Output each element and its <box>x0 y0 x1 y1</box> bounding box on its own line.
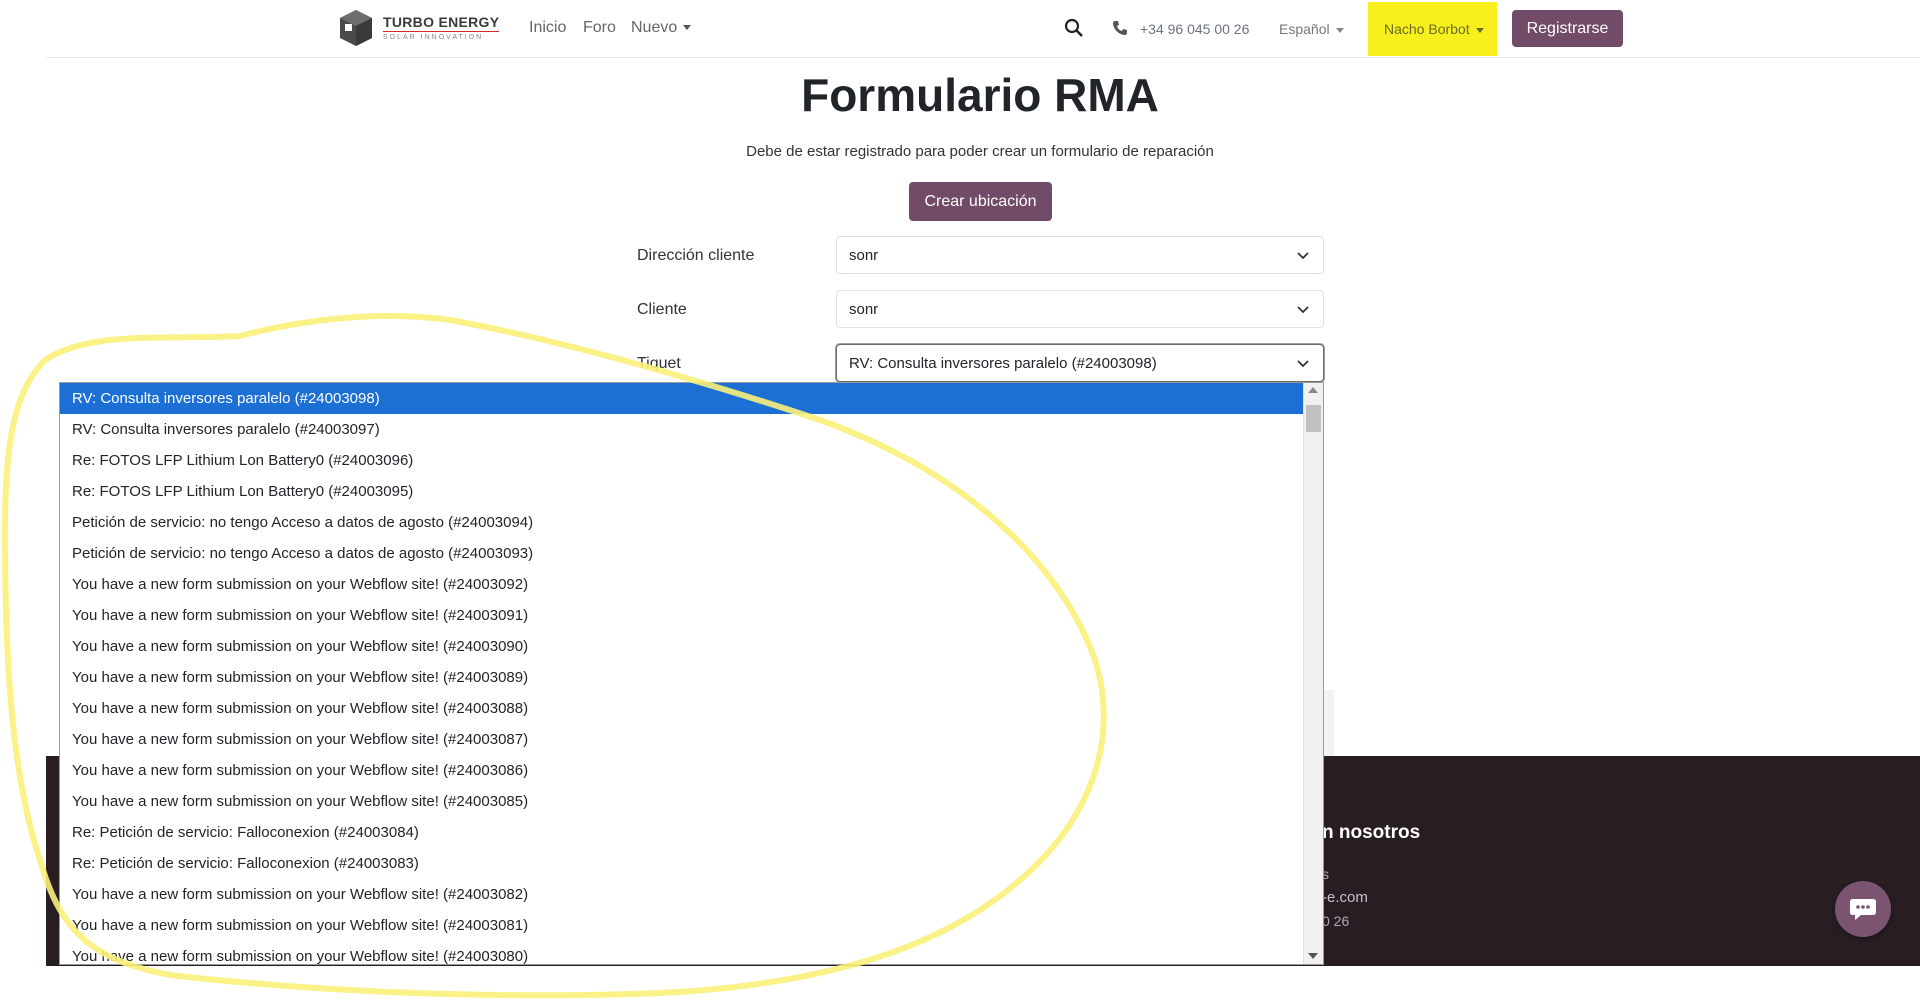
user-name-label: Nacho Borbot <box>1384 21 1470 37</box>
chat-button[interactable] <box>1835 881 1891 937</box>
nav-forum-link[interactable]: Foro <box>583 19 616 37</box>
dropdown-option[interactable]: You have a new form submission on your W… <box>60 755 1323 786</box>
dropdown-option[interactable]: Re: FOTOS LFP Lithium Lon Battery0 (#240… <box>60 476 1323 507</box>
direccion-select[interactable]: sonr <box>836 236 1324 274</box>
tiquet-select[interactable]: RV: Consulta inversores paralelo (#24003… <box>836 344 1324 382</box>
cliente-label: Cliente <box>637 301 687 318</box>
create-location-button[interactable]: Crear ubicación <box>909 182 1052 221</box>
dropdown-option[interactable]: You have a new form submission on your W… <box>60 693 1323 724</box>
dropdown-option[interactable]: Re: Petición de servicio: Falloconexion … <box>60 817 1323 848</box>
direccion-label: Dirección cliente <box>637 247 755 264</box>
language-selector[interactable]: Español <box>1279 21 1344 37</box>
tiquet-label: Tiquet <box>637 355 681 372</box>
dropdown-option[interactable]: You have a new form submission on your W… <box>60 879 1323 910</box>
chevron-down-icon <box>1297 252 1309 260</box>
chat-icon <box>1850 899 1876 920</box>
phone-number[interactable]: +34 96 045 00 26 <box>1140 21 1249 37</box>
search-icon[interactable] <box>1064 18 1084 38</box>
tiquet-value: RV: Consulta inversores paralelo (#24003… <box>849 354 1157 372</box>
nav-new-label: Nuevo <box>631 19 678 36</box>
brand-tagline: SOLAR INNOVATION <box>383 31 500 41</box>
dropdown-option[interactable]: You have a new form submission on your W… <box>60 910 1323 941</box>
cliente-value: sonr <box>849 300 879 318</box>
scroll-up-arrow-icon[interactable] <box>1308 387 1318 393</box>
caret-down-icon <box>1475 27 1484 33</box>
dropdown-option[interactable]: You have a new form submission on your W… <box>60 786 1323 817</box>
dropdown-option[interactable]: You have a new form submission on your W… <box>60 724 1323 755</box>
form-panel-edge <box>1324 690 1334 756</box>
chevron-down-icon <box>1297 360 1309 368</box>
dropdown-option[interactable]: Petición de servicio: no tengo Acceso a … <box>60 538 1323 569</box>
brand-name: TURBO ENERGY <box>383 14 500 30</box>
dropdown-option[interactable]: You have a new form submission on your W… <box>60 941 1323 964</box>
caret-down-icon <box>1335 27 1344 33</box>
logo-cube-icon <box>340 10 372 46</box>
nav-home-link[interactable]: Inicio <box>529 19 566 37</box>
user-menu[interactable]: Nacho Borbot <box>1384 21 1484 37</box>
nav-new-dropdown[interactable]: Nuevo <box>631 19 692 37</box>
footer-heading: n nosotros <box>1322 822 1421 843</box>
dropdown-option[interactable]: You have a new form submission on your W… <box>60 600 1323 631</box>
register-button[interactable]: Registrarse <box>1512 10 1623 47</box>
scrollbar-thumb[interactable] <box>1306 405 1321 432</box>
navbar <box>46 0 1920 58</box>
dropdown-option[interactable]: You have a new form submission on your W… <box>60 569 1323 600</box>
dropdown-option[interactable]: Petición de servicio: no tengo Acceso a … <box>60 507 1323 538</box>
caret-down-icon <box>683 25 692 31</box>
dropdown-option[interactable]: RV: Consulta inversores paralelo (#24003… <box>60 414 1323 445</box>
dropdown-option[interactable]: You have a new form submission on your W… <box>60 662 1323 693</box>
direccion-value: sonr <box>849 246 879 264</box>
language-label: Español <box>1279 21 1330 37</box>
page-subtitle: Debe de estar registrado para poder crea… <box>746 143 1214 160</box>
chevron-down-icon <box>1297 306 1309 314</box>
footer-email-link[interactable]: -e.com <box>1322 889 1368 906</box>
logo[interactable]: TURBO ENERGY SOLAR INNOVATION <box>337 8 500 48</box>
cliente-select[interactable]: sonr <box>836 290 1324 328</box>
dropdown-option[interactable]: RV: Consulta inversores paralelo (#24003… <box>60 383 1323 414</box>
dropdown-option[interactable]: Re: FOTOS LFP Lithium Lon Battery0 (#240… <box>60 445 1323 476</box>
dropdown-option[interactable]: Re: Petición de servicio: Falloconexion … <box>60 848 1323 879</box>
scroll-down-arrow-icon[interactable] <box>1308 953 1318 959</box>
footer-phone-link[interactable]: 0 26 <box>1322 913 1349 929</box>
dropdown-options: RV: Consulta inversores paralelo (#24003… <box>60 383 1323 964</box>
dropdown-scrollbar[interactable] <box>1303 383 1323 964</box>
page-title: Formulario RMA <box>801 69 1159 121</box>
dropdown-option[interactable]: You have a new form submission on your W… <box>60 631 1323 662</box>
phone-icon <box>1113 21 1127 35</box>
tiquet-dropdown-list[interactable]: RV: Consulta inversores paralelo (#24003… <box>59 382 1324 965</box>
